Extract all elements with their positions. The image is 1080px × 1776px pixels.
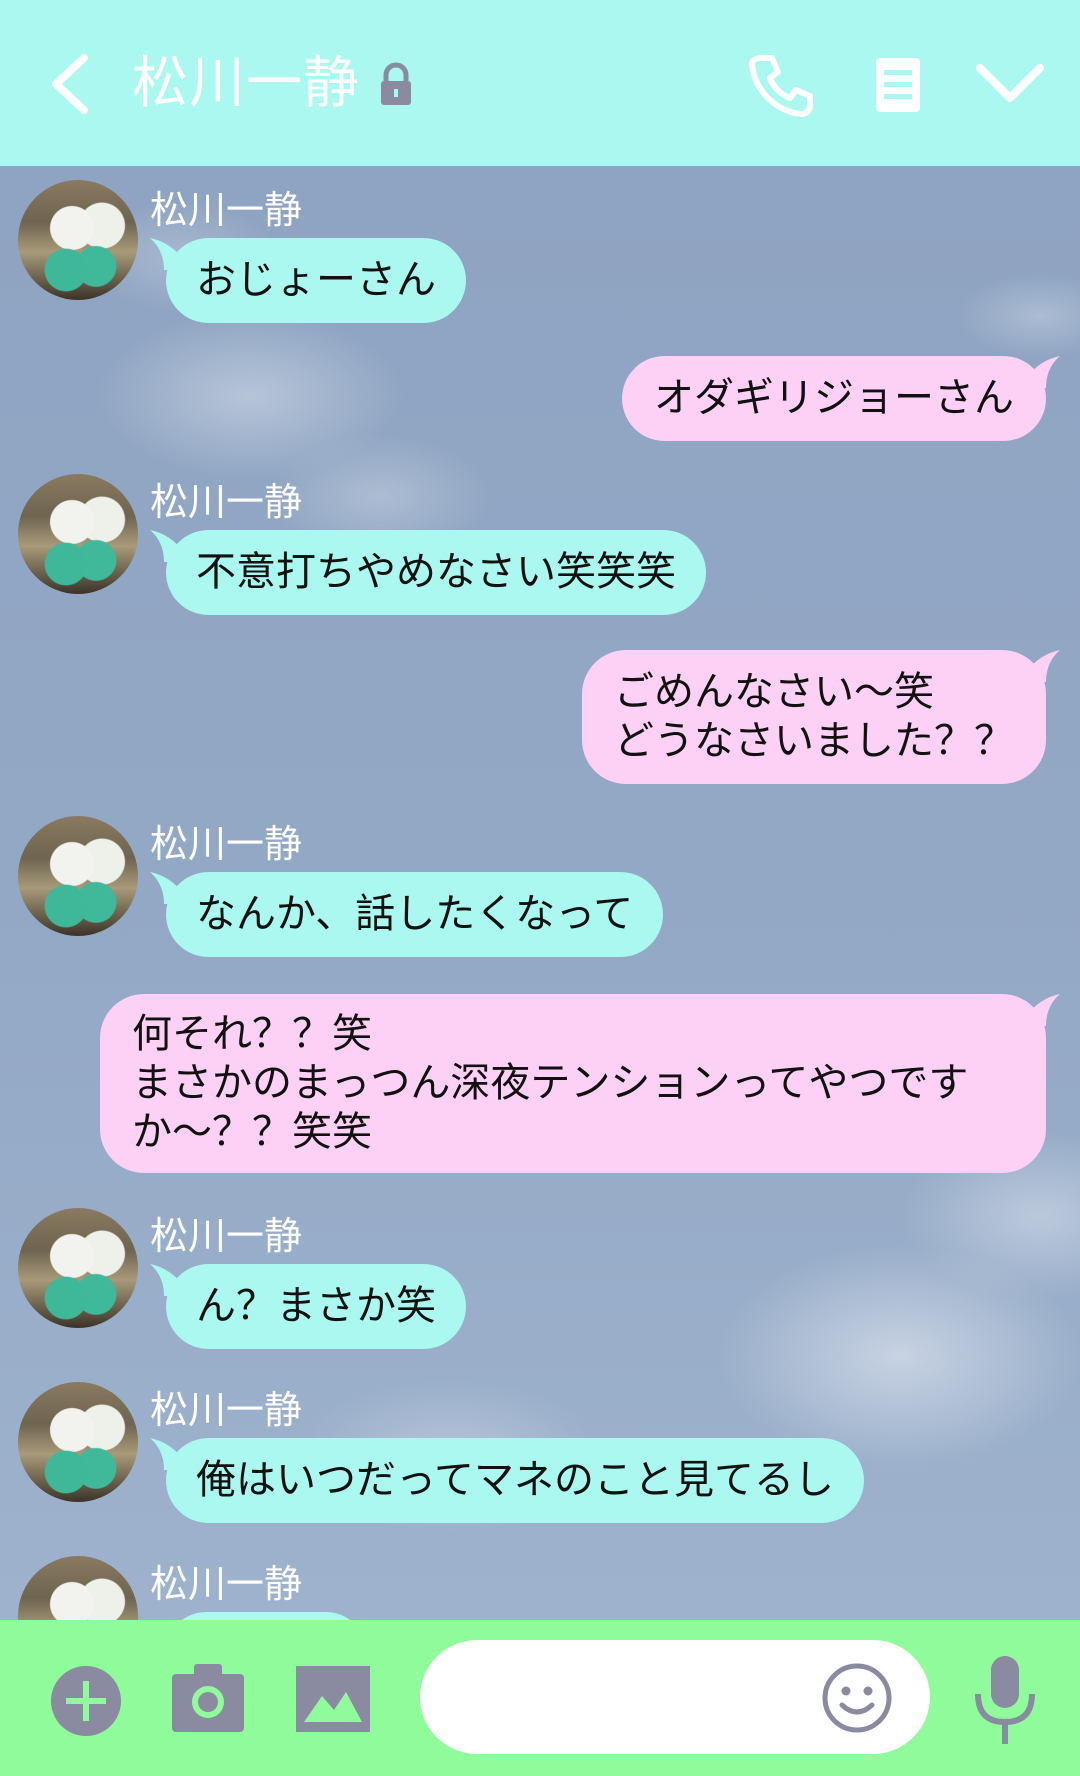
avatar[interactable] [18, 180, 138, 300]
chat-header: 松川一静 [0, 0, 1080, 166]
add-button[interactable] [50, 1665, 122, 1737]
chat-screen: 松川一静 松川一静 おじょーさん オダギリジョーさん 松川一静 不意打ちやめなさ… [0, 0, 1080, 1776]
chevron-down-icon [976, 64, 1044, 102]
message-bubble-outgoing[interactable]: ごめんなさい〜笑 どうなさいました？？ [582, 650, 1046, 784]
back-icon [52, 54, 88, 114]
phone-icon [749, 55, 813, 117]
sender-name: 松川一静 [150, 822, 303, 866]
sender-name: 松川一静 [150, 188, 303, 232]
avatar[interactable] [18, 816, 138, 936]
expand-button[interactable] [974, 60, 1046, 108]
message-bubble-outgoing[interactable]: 何それ？？笑 まさかのまっつん深夜テンションってやつです か〜？？笑笑 [100, 994, 1046, 1173]
avatar[interactable] [18, 474, 138, 594]
camera-icon [172, 1664, 244, 1732]
avatar[interactable] [18, 1208, 138, 1328]
avatar[interactable] [18, 1556, 138, 1620]
image-button[interactable] [296, 1666, 370, 1732]
sender-name: 松川一静 [150, 1562, 303, 1606]
voice-button[interactable] [972, 1654, 1038, 1746]
message-bubble-incoming[interactable]: 俺はいつだってマネのこと見てるし [166, 1438, 864, 1523]
menu-icon [876, 58, 920, 112]
message-bubble-incoming[interactable]: ん？まさか笑 [166, 1264, 466, 1349]
message-bubble-incoming[interactable]: おじょーさん [166, 238, 466, 323]
message-bubble-incoming[interactable] [166, 1612, 366, 1620]
back-button[interactable] [46, 52, 96, 116]
call-button[interactable] [748, 52, 814, 118]
chat-title[interactable]: 松川一静 [132, 44, 360, 124]
sender-name: 松川一静 [150, 1214, 303, 1258]
lock-icon [378, 62, 414, 106]
avatar[interactable] [18, 1382, 138, 1502]
message-bubble-incoming[interactable]: 不意打ちやめなさい笑笑笑 [166, 530, 706, 615]
message-bubble-incoming[interactable]: なんか、話したくなって [166, 872, 664, 957]
message-list[interactable]: 松川一静 おじょーさん オダギリジョーさん 松川一静 不意打ちやめなさい笑笑笑 … [0, 166, 1080, 1620]
sender-name: 松川一静 [150, 480, 303, 524]
emoji-button[interactable] [822, 1663, 892, 1733]
plus-icon [51, 1666, 121, 1736]
message-bubble-outgoing[interactable]: オダギリジョーさん [622, 356, 1046, 441]
mic-icon [975, 1656, 1035, 1744]
image-icon [296, 1666, 370, 1732]
camera-button[interactable] [172, 1662, 244, 1732]
menu-button[interactable] [872, 56, 924, 114]
emoji-icon [822, 1663, 892, 1733]
sender-name: 松川一静 [150, 1388, 303, 1432]
